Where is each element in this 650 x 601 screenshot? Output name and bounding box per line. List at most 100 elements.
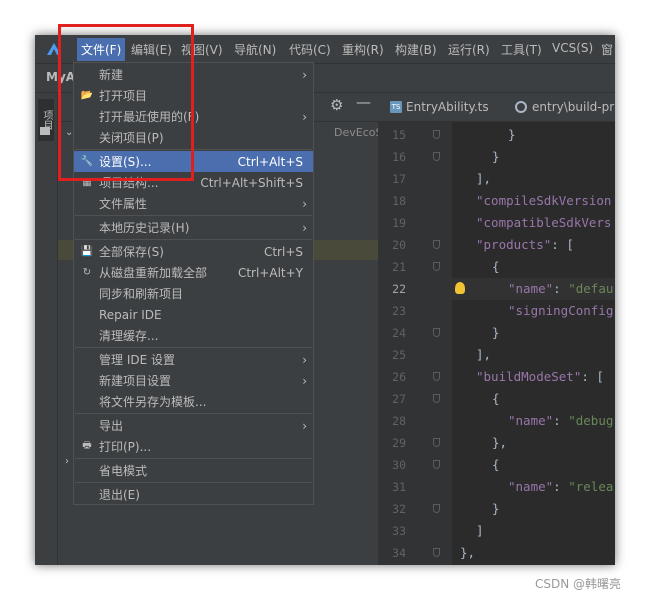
submenu-arrow-icon: › [302, 109, 307, 124]
code-editor[interactable]: }}], "compileSdkVersion "compatibleSdkVers… [452, 122, 615, 565]
gear-icon[interactable]: ⚙ [330, 96, 343, 114]
watermark: CSDN @韩曙亮 [535, 577, 622, 591]
file-menu-item-label: 同步和刷新项目 [99, 287, 184, 301]
fold-marker-icon[interactable] [433, 504, 440, 513]
code-line: { [492, 391, 500, 406]
menu-refactor[interactable]: 重构(R) [342, 41, 384, 58]
line-number: 28 [392, 414, 406, 428]
file-menu-item-label: 打印(P)... [99, 440, 152, 454]
code-line: "products": [ [476, 237, 574, 252]
tab-build-profile[interactable]: entry\build-pr [515, 93, 614, 121]
code-line: "name": "defau [508, 281, 614, 296]
editor-tab-bar: TS EntryAbility.ts entry\build-pr [378, 93, 615, 122]
file-menu-item[interactable]: 新建项目设置 › [74, 370, 313, 391]
chevron-right-icon[interactable]: › [65, 456, 69, 467]
file-menu-item-label: 清理缓存... [99, 329, 159, 343]
file-menu-item-label: 将文件另存为模板... [99, 395, 207, 409]
file-menu-item-label: 从磁盘重新加载全部 [99, 266, 208, 280]
keyboard-shortcut: Ctrl+Alt+Y [237, 265, 303, 280]
code-line: { [492, 457, 500, 472]
file-menu-item[interactable]: 管理 IDE 设置 › [74, 349, 313, 370]
line-number: 26 [392, 370, 406, 384]
print-icon: 🖶 [82, 440, 92, 451]
code-line: } [508, 127, 516, 142]
fold-marker-icon[interactable] [433, 262, 440, 271]
file-menu-item[interactable]: 💾 全部保存(S) Ctrl+S [74, 241, 313, 262]
line-number: 16 [392, 150, 406, 164]
fold-marker-icon[interactable] [433, 152, 440, 161]
ts-file-icon: TS [390, 101, 402, 113]
file-menu-item[interactable]: 🖶 打印(P)... [74, 436, 313, 457]
fold-marker-icon[interactable] [433, 372, 440, 381]
line-number: 24 [392, 326, 406, 340]
line-number: 32 [392, 502, 406, 516]
fold-marker-icon[interactable] [433, 240, 440, 249]
file-menu-item[interactable]: 省电模式 [74, 460, 313, 481]
file-menu-item[interactable]: 导出 › [74, 415, 313, 436]
line-number: 30 [392, 458, 406, 472]
file-menu-item[interactable]: 清理缓存... [74, 325, 313, 346]
menu-build[interactable]: 构建(B) [395, 41, 437, 58]
save-icon: 💾 [80, 246, 94, 257]
file-menu-item-label: 全部保存(S) [99, 245, 164, 259]
code-line: } [492, 149, 500, 164]
line-number: 23 [392, 304, 406, 318]
fold-marker-icon[interactable] [433, 438, 440, 447]
menu-tools[interactable]: 工具(T) [501, 41, 542, 58]
fold-marker-icon[interactable] [433, 394, 440, 403]
menu-run[interactable]: 运行(R) [448, 41, 490, 58]
line-number: 22 [392, 282, 406, 296]
fold-marker-icon[interactable] [433, 548, 440, 557]
left-tool-strip: 项目 [35, 93, 58, 565]
tab-entry-ability[interactable]: TS EntryAbility.ts [390, 93, 489, 121]
menu-vcs[interactable]: VCS(S) [552, 41, 593, 55]
menu-separator [75, 458, 312, 459]
file-menu-item[interactable]: 将文件另存为模板... [74, 391, 313, 412]
file-menu-item[interactable]: 文件属性 › [74, 193, 313, 214]
file-menu-item-label: 导出 [99, 419, 124, 433]
keyboard-shortcut: Ctrl+Alt+S [237, 154, 303, 169]
lightbulb-icon[interactable] [455, 282, 465, 294]
code-line: { [492, 259, 500, 274]
file-menu-item[interactable]: Repair IDE [74, 304, 313, 325]
code-line: }, [492, 435, 508, 450]
menu-separator [75, 482, 312, 483]
menu-separator [75, 413, 312, 414]
fold-marker-icon[interactable] [433, 328, 440, 337]
keyboard-shortcut: Ctrl+Alt+Shift+S [200, 175, 303, 190]
menu-separator [75, 239, 312, 240]
menu-window[interactable]: 窗 [601, 41, 613, 58]
file-menu-item[interactable]: ↻ 从磁盘重新加载全部 Ctrl+Alt+Y [74, 262, 313, 283]
file-menu-item-label: 新建项目设置 [99, 374, 172, 388]
line-number: 34 [392, 546, 406, 560]
fold-marker-icon[interactable] [433, 460, 440, 469]
line-number-gutter: 15 16 17 18 19 20 21 22 23 24 25 26 27 28 29 30 31 32 33 34 [378, 122, 452, 565]
submenu-arrow-icon: › [302, 220, 307, 235]
line-number: 21 [392, 260, 406, 274]
submenu-arrow-icon: › [302, 196, 307, 211]
keyboard-shortcut: Ctrl+S [263, 244, 303, 259]
reload-icon: ↻ [82, 267, 92, 278]
minimize-icon[interactable]: — [356, 93, 371, 111]
file-menu-item[interactable]: 同步和刷新项目 [74, 283, 313, 304]
file-menu-item-label: 管理 IDE 设置 [99, 353, 175, 367]
line-number: 19 [392, 216, 406, 230]
config-file-icon [515, 101, 527, 113]
file-menu-item-label: Repair IDE [99, 307, 162, 322]
code-line: "compatibleSdkVers [476, 215, 612, 230]
line-number: 25 [392, 348, 406, 362]
line-number: 31 [392, 480, 406, 494]
menu-navigate[interactable]: 导航(N) [234, 41, 276, 58]
highlight-annotation-box [58, 24, 194, 181]
file-menu-item-label: 省电模式 [99, 464, 148, 478]
submenu-arrow-icon: › [302, 352, 307, 367]
file-menu-item[interactable]: 本地历史记录(H) › [74, 217, 313, 238]
menu-code[interactable]: 代码(C) [289, 41, 331, 58]
line-number: 33 [392, 524, 406, 538]
code-line: "buildModeSet": [ [476, 369, 604, 384]
file-menu-item-label: 本地历史记录(H) [99, 221, 190, 235]
submenu-arrow-icon: › [302, 418, 307, 433]
fold-marker-icon[interactable] [433, 130, 440, 139]
line-number: 20 [392, 238, 406, 252]
file-menu-item[interactable]: 退出(E) [74, 484, 313, 505]
